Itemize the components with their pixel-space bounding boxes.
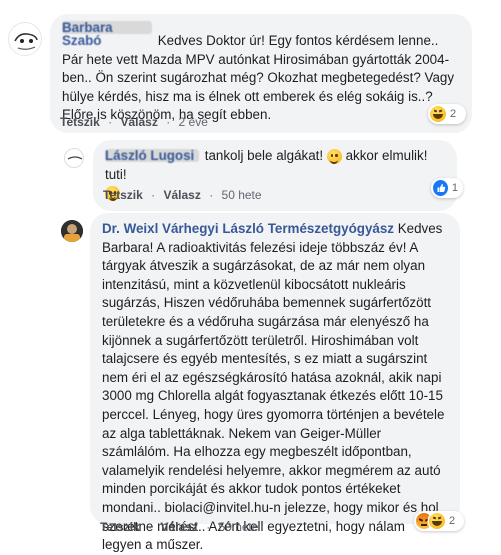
laughing-face-icon bbox=[430, 106, 446, 122]
like-link[interactable]: Tetszik bbox=[100, 520, 140, 534]
reply-avatar[interactable] bbox=[61, 220, 83, 242]
laughing-face-icon bbox=[429, 513, 445, 529]
reply-link[interactable]: Válasz bbox=[160, 520, 197, 534]
grinning-face-icon bbox=[326, 148, 342, 164]
like-link[interactable]: Tetszik bbox=[103, 188, 143, 202]
reply-link[interactable]: Válasz bbox=[163, 188, 200, 202]
avatar-sketch-icon bbox=[14, 33, 38, 50]
reaction-count: 2 bbox=[449, 515, 456, 527]
reaction-summary[interactable]: 2 bbox=[428, 104, 466, 124]
comment-actions: Tetszik · Válasz · 2 éve bbox=[60, 115, 208, 129]
like-thumb-icon bbox=[433, 180, 448, 196]
reaction-summary[interactable]: 1 bbox=[431, 178, 463, 198]
comment-actions: Tetszik · Válasz · 50 hete bbox=[103, 188, 262, 202]
reaction-count: 1 bbox=[451, 182, 458, 194]
comment-bubble: Dr. Weixl Várhegyi László Természetgyógy… bbox=[90, 213, 460, 552]
comment-text: tankolj bele algákat! bbox=[204, 148, 324, 163]
comment-actions: Tetszik · Válasz · 50 hete bbox=[100, 520, 259, 534]
comment-text: Kedves Doktor úr! Egy fontos kérdésem le… bbox=[62, 33, 455, 123]
comment-author-name[interactable]: Dr. Weixl Várhegyi László Természetgyógy… bbox=[102, 221, 394, 236]
comment-timestamp[interactable]: 2 éve bbox=[179, 115, 208, 129]
reaction-count: 2 bbox=[450, 108, 457, 120]
comment-author-name[interactable]: Barbara Szabó bbox=[62, 21, 152, 47]
like-link[interactable]: Tetszik bbox=[60, 115, 100, 129]
reply-link[interactable]: Válasz bbox=[120, 115, 157, 129]
comment-timestamp[interactable]: 50 hete bbox=[222, 188, 262, 202]
avatar-photo-icon bbox=[61, 220, 83, 242]
comment-author-name[interactable]: László Lugosi bbox=[105, 149, 199, 162]
reaction-summary[interactable]: 2 bbox=[414, 511, 464, 531]
reply-avatar[interactable] bbox=[64, 148, 84, 168]
avatar-sketch-icon bbox=[67, 156, 83, 160]
comment-text: Kedves Barbara! A radioaktivitás felezés… bbox=[102, 221, 445, 553]
comment-timestamp[interactable]: 50 hete bbox=[219, 520, 259, 534]
commenter-avatar[interactable] bbox=[8, 22, 42, 56]
